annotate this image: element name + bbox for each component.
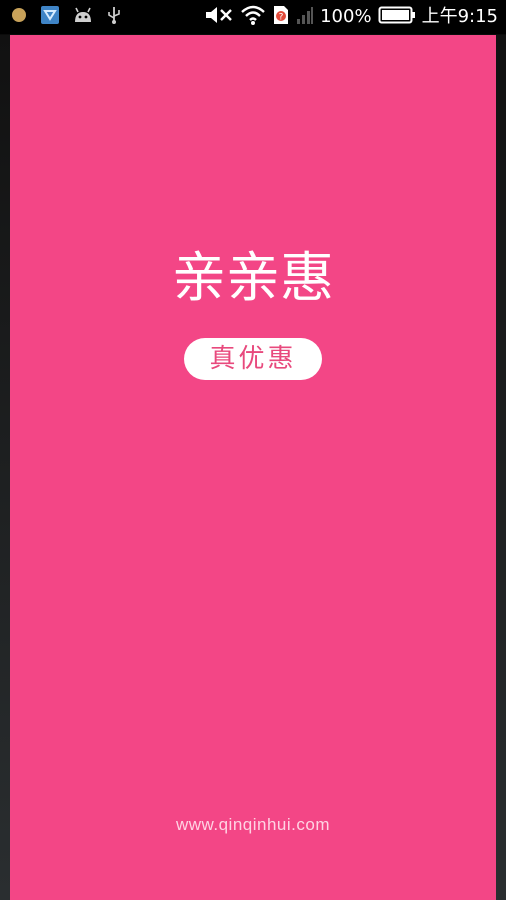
- mute-icon: [204, 4, 234, 30]
- slogan-badge: 真优惠: [184, 338, 322, 380]
- sim-unknown-icon: ?: [272, 4, 290, 30]
- wifi-icon: [240, 4, 266, 30]
- screen: ? 100% 上午9:15 亲亲惠 真优惠 www.qinqinhui.com: [0, 0, 506, 900]
- svg-text:?: ?: [279, 13, 284, 23]
- signal-icon: [296, 4, 314, 30]
- usb-icon: [106, 5, 122, 29]
- app-notification-icon: [40, 5, 60, 29]
- battery-icon: [378, 4, 416, 30]
- status-left-icons: [10, 6, 122, 28]
- right-edge: [496, 35, 506, 900]
- left-edge: [0, 35, 10, 900]
- website-url: www.qinqinhui.com: [175, 815, 330, 834]
- notification-dot-icon: [10, 6, 28, 28]
- status-right-icons: ? 100% 上午9:15: [204, 4, 498, 30]
- status-bar: ? 100% 上午9:15: [0, 0, 506, 34]
- android-debug-icon: [72, 6, 94, 28]
- app-name-logo: 亲亲惠: [172, 246, 334, 309]
- clock: 上午9:15: [421, 6, 498, 27]
- slogan-text: 真优惠: [209, 344, 297, 374]
- splash-screen: 亲亲惠 真优惠 www.qinqinhui.com: [10, 35, 496, 900]
- battery-percent: 100%: [320, 6, 372, 27]
